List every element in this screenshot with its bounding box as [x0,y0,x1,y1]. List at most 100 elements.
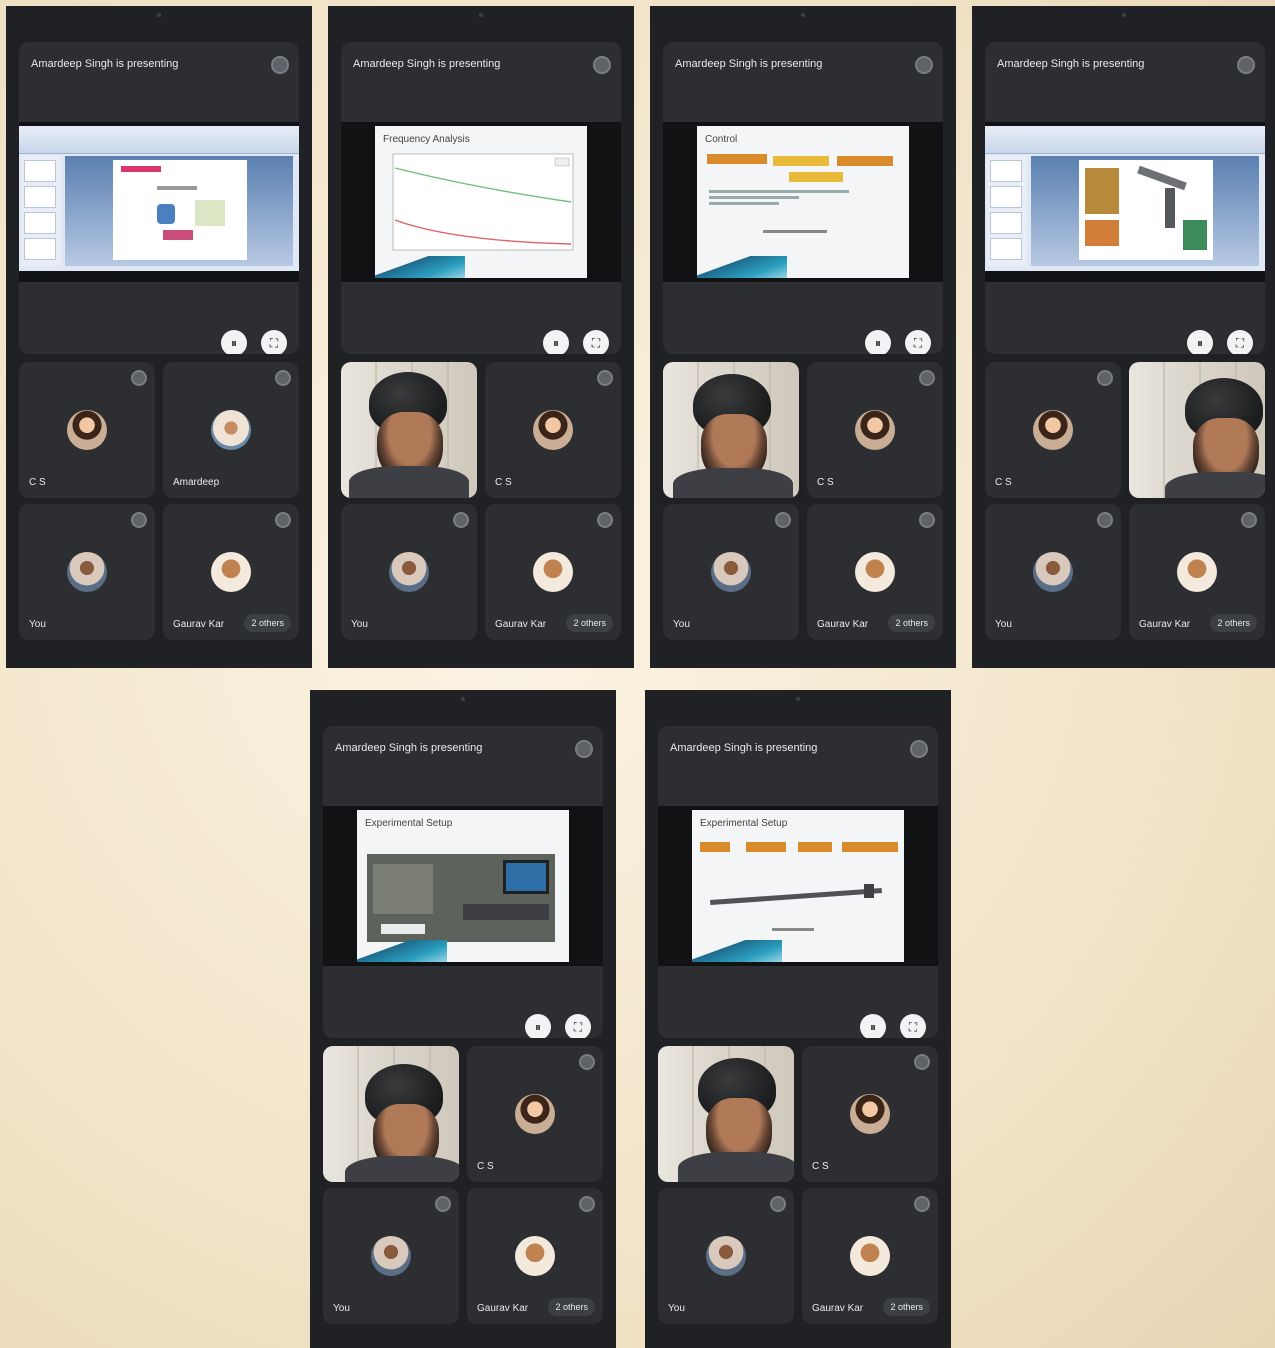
pin-icon[interactable] [775,512,791,528]
ppt-canvas [1031,156,1259,266]
pin-icon[interactable] [275,370,291,386]
participant-tile-cs[interactable]: C S [19,362,155,498]
participant-tile-gaurav[interactable]: Gaurav Kar 2 others [163,504,299,640]
pin-icon[interactable] [1097,370,1113,386]
pause-icon[interactable]: ⏸ [860,1014,886,1038]
participant-name: C S [817,477,834,488]
avatar [67,410,107,450]
participant-name: C S [29,477,46,488]
fullscreen-icon[interactable]: ⛶ [261,330,287,354]
screenshot-phone-1: Amardeep Singh is presenting ⏸ ⛶ C S Ama… [6,6,312,668]
pin-icon[interactable] [593,56,611,74]
participant-tile-cs[interactable]: C S [485,362,621,498]
fullscreen-icon[interactable]: ⛶ [1227,330,1253,354]
pin-icon[interactable] [919,370,935,386]
others-count-badge[interactable]: 2 others [244,614,291,632]
pin-icon[interactable] [919,512,935,528]
pin-icon[interactable] [435,1196,451,1212]
participant-video [1129,362,1265,498]
avatar [1177,552,1217,592]
camera-dot [461,697,465,701]
pin-icon[interactable] [770,1196,786,1212]
participant-tile-cs[interactable]: C S [807,362,943,498]
pause-icon[interactable]: ⏸ [865,330,891,354]
pin-icon[interactable] [914,1054,930,1070]
pin-icon[interactable] [579,1196,595,1212]
shared-screen: Control [663,122,943,282]
participant-tile-you[interactable]: You [19,504,155,640]
participant-tile-amardeep-video[interactable] [658,1046,794,1182]
slide-block [773,156,829,166]
participant-tile-gaurav[interactable]: Gaurav Kar 2 others [467,1188,603,1324]
pin-icon[interactable] [453,512,469,528]
participant-tile-amardeep-video[interactable] [341,362,477,498]
others-count-badge[interactable]: 2 others [566,614,613,632]
pause-icon[interactable]: ⏸ [1187,330,1213,354]
pin-icon[interactable] [597,370,613,386]
participant-tile-amardeep-video[interactable] [323,1046,459,1182]
participant-tile-you[interactable]: You [658,1188,794,1324]
participant-name: Gaurav Kar [1139,619,1191,630]
avatar [533,552,573,592]
participant-tile-you[interactable]: You [341,504,477,640]
participant-tile-gaurav[interactable]: Gaurav Kar 2 others [802,1188,938,1324]
pause-icon[interactable]: ⏸ [525,1014,551,1038]
participant-tile-you[interactable]: You [663,504,799,640]
avatar [711,552,751,592]
pause-icon[interactable]: ⏸ [543,330,569,354]
participant-tile-you[interactable]: You [323,1188,459,1324]
ppt-slide [1079,160,1213,260]
avatar [515,1236,555,1276]
participant-name: You [995,619,1012,630]
participant-tile-amardeep-video[interactable] [663,362,799,498]
participant-tile-cs[interactable]: C S [802,1046,938,1182]
pin-icon[interactable] [1241,512,1257,528]
fullscreen-icon[interactable]: ⛶ [905,330,931,354]
participant-tile-gaurav[interactable]: Gaurav Kar 2 others [485,504,621,640]
pin-icon[interactable] [131,512,147,528]
participant-name: Gaurav Kar [173,619,225,630]
screenshot-phone-3: Amardeep Singh is presenting Control ⏸ ⛶ [650,6,956,668]
participant-tile-cs[interactable]: C S [985,362,1121,498]
pin-icon[interactable] [597,512,613,528]
participant-tile-you[interactable]: You [985,504,1121,640]
pin-icon[interactable] [1097,512,1113,528]
ppt-canvas [65,156,293,266]
slide-swoosh [357,940,447,962]
pin-icon[interactable] [915,56,933,74]
slide: Experimental Setup [692,810,904,962]
pin-icon[interactable] [575,740,593,758]
pin-icon[interactable] [131,370,147,386]
pin-icon[interactable] [271,56,289,74]
avatar [211,410,251,450]
pin-icon[interactable] [275,512,291,528]
others-count-badge[interactable]: 2 others [888,614,935,632]
fullscreen-icon[interactable]: ⛶ [900,1014,926,1038]
avatar [533,410,573,450]
others-count-badge[interactable]: 2 others [1210,614,1257,632]
participant-name: You [673,619,690,630]
participant-tile-gaurav[interactable]: Gaurav Kar 2 others [807,504,943,640]
pin-icon[interactable] [914,1196,930,1212]
avatar [389,552,429,592]
camera-dot [479,13,483,17]
pin-icon[interactable] [579,1054,595,1070]
pin-icon[interactable] [910,740,928,758]
participant-name: You [29,619,46,630]
participant-tile-amardeep[interactable]: Amardeep [163,362,299,498]
fullscreen-icon[interactable]: ⛶ [583,330,609,354]
others-count-badge[interactable]: 2 others [883,1298,930,1316]
shared-screen: Experimental Setup [323,806,603,966]
screenshot-phone-4: Amardeep Singh is presenting ⏸ ⛶ C S You… [972,6,1275,668]
participant-tile-gaurav[interactable]: Gaurav Kar 2 others [1129,504,1265,640]
pin-icon[interactable] [1237,56,1255,74]
participant-video [323,1046,459,1182]
pause-icon[interactable]: ⏸ [221,330,247,354]
fullscreen-icon[interactable]: ⛶ [565,1014,591,1038]
camera-dot [1121,13,1126,17]
others-count-badge[interactable]: 2 others [548,1298,595,1316]
presenting-label: Amardeep Singh is presenting [670,742,818,754]
participant-tile-cs[interactable]: C S [467,1046,603,1182]
slide-title: Control [705,134,738,145]
participant-tile-amardeep-video[interactable] [1129,362,1265,498]
